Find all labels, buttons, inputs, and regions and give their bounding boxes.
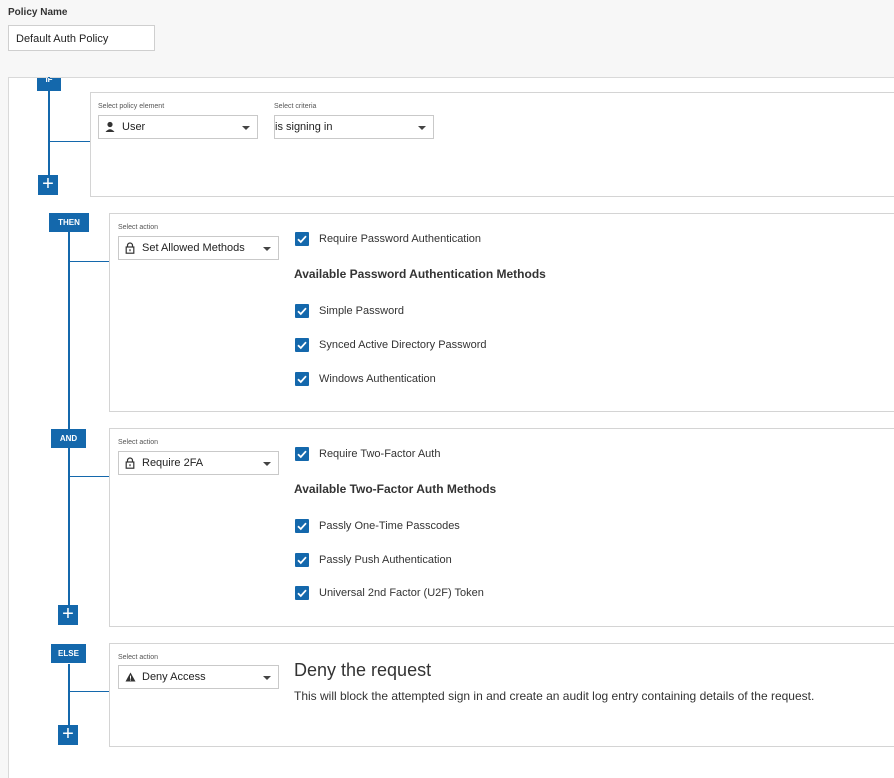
chevron-down-icon xyxy=(263,247,271,251)
and-action-select[interactable]: Require 2FA xyxy=(118,451,279,475)
if-tree-line xyxy=(48,77,50,175)
add-condition-button[interactable]: + xyxy=(38,174,58,195)
element-label: Select policy element xyxy=(98,103,165,110)
method-label-synced-ad-password: Synced Active Directory Password xyxy=(319,339,487,351)
chevron-down-icon xyxy=(263,676,271,680)
method-label-windows-auth: Windows Authentication xyxy=(319,373,436,385)
then-action-value: Set Allowed Methods xyxy=(142,242,245,254)
policy-name-input[interactable]: Default Auth Policy xyxy=(8,25,155,51)
method-checkbox-u2f[interactable] xyxy=(295,586,309,600)
and-tag: AND xyxy=(51,429,86,448)
else-action-card: Select action Deny Access Deny the reque… xyxy=(109,643,894,747)
lock-icon xyxy=(125,457,135,469)
then-action-select[interactable]: Set Allowed Methods xyxy=(118,236,279,260)
else-tag: ELSE xyxy=(51,644,86,663)
add-else-action-button[interactable]: + xyxy=(58,724,78,745)
and-action-label: Select action xyxy=(118,439,159,446)
deny-title: Deny the request xyxy=(294,660,432,680)
if-tag: IF xyxy=(37,78,61,91)
lock-icon xyxy=(125,242,135,254)
method-label-push: Passly Push Authentication xyxy=(319,554,452,566)
method-checkbox-push[interactable] xyxy=(295,553,309,567)
policy-element-value: User xyxy=(122,121,146,133)
method-checkbox-synced-ad-password[interactable] xyxy=(295,338,309,352)
then-action-card: Select action Set Allowed Methods Requir… xyxy=(109,213,894,412)
policy-element-select[interactable]: User xyxy=(98,115,258,139)
else-action-label: Select action xyxy=(118,654,159,661)
else-tree-line xyxy=(68,664,70,728)
method-checkbox-otp[interactable] xyxy=(295,519,309,533)
require-2fa-label: Require Two-Factor Auth xyxy=(319,448,441,460)
method-label-otp: Passly One-Time Passcodes xyxy=(319,520,460,532)
then-connector xyxy=(68,261,110,262)
and-action-value: Require 2FA xyxy=(142,457,204,469)
if-connector xyxy=(48,141,90,142)
method-label-simple-password: Simple Password xyxy=(319,305,404,317)
else-action-value: Deny Access xyxy=(142,671,206,683)
method-checkbox-windows-auth[interactable] xyxy=(295,372,309,386)
password-methods-heading: Available Password Authentication Method… xyxy=(294,267,546,281)
if-condition-card: Select policy element User Select criter… xyxy=(90,92,894,197)
else-connector xyxy=(68,691,110,692)
then-tag: THEN xyxy=(49,213,89,232)
criteria-select[interactable]: is signing in xyxy=(274,115,434,139)
require-password-label: Require Password Authentication xyxy=(319,233,482,245)
then-and-tree-line xyxy=(68,230,70,608)
user-icon xyxy=(105,121,115,133)
then-action-label: Select action xyxy=(118,224,159,231)
and-action-card: Select action Require 2FA Require Two-Fa… xyxy=(109,428,894,627)
method-label-u2f: Universal 2nd Factor (U2F) Token xyxy=(319,587,484,599)
require-2fa-checkbox[interactable] xyxy=(295,447,309,461)
2fa-methods-heading: Available Two-Factor Auth Methods xyxy=(294,482,497,496)
deny-description: This will block the attempted sign in an… xyxy=(294,689,815,703)
chevron-down-icon xyxy=(263,462,271,466)
require-password-checkbox[interactable] xyxy=(295,232,309,246)
warning-icon xyxy=(125,671,136,683)
chevron-down-icon xyxy=(242,126,250,130)
else-action-select[interactable]: Deny Access xyxy=(118,665,279,689)
policy-name-label: Policy Name xyxy=(8,7,68,18)
criteria-value: is signing in xyxy=(275,121,333,133)
and-connector xyxy=(68,476,110,477)
method-checkbox-simple-password[interactable] xyxy=(295,304,309,318)
criteria-label: Select criteria xyxy=(274,103,317,110)
chevron-down-icon xyxy=(418,126,426,130)
add-action-button[interactable]: + xyxy=(58,604,78,625)
